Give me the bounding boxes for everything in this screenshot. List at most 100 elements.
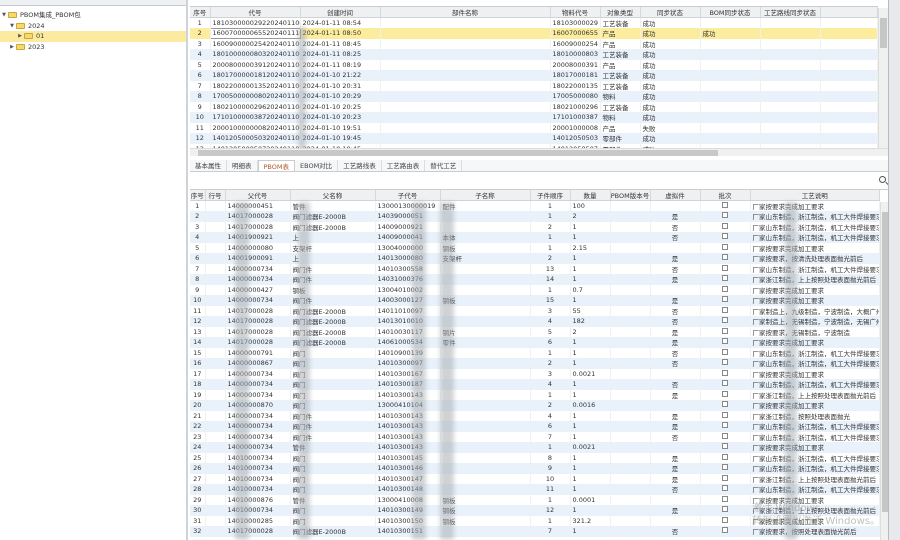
table-row[interactable]: 2714010000734阀门14010300147101是厂家浙江制造，上上按… (190, 473, 880, 484)
table-row[interactable]: 1414017000028阀门滤器E-2000B14061000534零件61是… (190, 337, 880, 348)
table-row[interactable]: 1714000000734阀门1401030016730.0021厂家按要求完成… (190, 368, 880, 379)
tree-node-2023[interactable]: ▶ 2023 (0, 42, 186, 53)
batch-checkbox[interactable] (722, 516, 728, 523)
table-row[interactable]: 2214000000734阀门件1401030014361是厂家山东制造，浙江制… (190, 421, 880, 432)
tree-node-01[interactable]: ▶ 01 (0, 31, 186, 42)
column-header[interactable]: 子代号 (375, 190, 441, 201)
table-row[interactable]: 2614010000734阀门1401030014691是厂家山东制造，浙江制造… (190, 463, 880, 474)
table-row[interactable]: 3 14017000028 阀门滤器E-2000B 14009000921 2 1 否厂家山… (190, 221, 880, 232)
batch-checkbox[interactable] (722, 401, 728, 408)
batch-checkbox[interactable] (722, 275, 728, 282)
column-header[interactable]: 代号 (210, 7, 301, 18)
table-row[interactable]: 11 14017000028 阀门滤器E-2000B 14011010097 3 55 否厂… (190, 305, 880, 316)
column-header[interactable]: 同步状态 (640, 7, 701, 18)
tab-6[interactable]: 替代工艺 (425, 160, 463, 171)
top-horizontal-scrollbar[interactable] (190, 148, 888, 156)
table-row[interactable]: 2414000000734管件1401030014310.0021厂家按要求完成… (190, 442, 880, 453)
batch-checkbox[interactable] (722, 254, 728, 261)
batch-checkbox[interactable] (722, 338, 728, 345)
table-row[interactable]: 12 14017000028 阀门滤器E-2000B 14013010010 4 182 否… (190, 316, 880, 327)
table-row[interactable]: 7 18022000001352024011001 2024-01-10 20:31… (190, 80, 878, 91)
batch-checkbox[interactable] (722, 306, 728, 313)
batch-checkbox[interactable] (722, 411, 728, 418)
table-row[interactable]: 914000000427钢板1300401000210.7厂家按要求完成加工要求 (190, 284, 880, 295)
expand-icon[interactable]: ▶ (8, 42, 16, 53)
column-header[interactable]: 父名称 (290, 190, 376, 201)
table-row[interactable]: 3 16009000002542024011001 2024-01-11 08:45… (190, 38, 878, 49)
column-header[interactable]: 工艺说明 (750, 190, 880, 201)
column-header[interactable]: 物料代号 (550, 7, 601, 18)
batch-checkbox[interactable] (722, 464, 728, 471)
table-row[interactable]: 2014000000870阀门1300041010420.0016厂家按要求完成… (190, 400, 880, 411)
batch-checkbox[interactable] (722, 485, 728, 492)
batch-checkbox[interactable] (722, 495, 728, 502)
table-row[interactable]: 414001900921上14009000041本体11否厂家山东制造，浙江制造… (190, 232, 880, 243)
batch-checkbox[interactable] (722, 243, 728, 250)
batch-checkbox[interactable] (722, 369, 728, 376)
table-row[interactable]: 714000000734阀门件14010300558131否厂家山东制造，浙江制… (190, 263, 880, 274)
table-row[interactable]: 1514000000791阀门1401090013911否厂家山东制造，浙江制造… (190, 347, 880, 358)
column-header[interactable]: 工艺路线同步状态 (760, 7, 821, 18)
tab-4[interactable]: 工艺路线表 (338, 160, 382, 171)
batch-checkbox[interactable] (722, 527, 728, 534)
tab-2[interactable]: PBOM表 (257, 160, 295, 171)
table-row[interactable]: 614001900091上14013000080支架杆21是厂家按要求，按清洗处… (190, 253, 880, 264)
batch-checkbox[interactable] (722, 264, 728, 271)
batch-checkbox[interactable] (722, 506, 728, 513)
tab-1[interactable]: 明细表 (227, 160, 258, 171)
table-row[interactable]: 5 20008000003912024011001 2024-01-11 08:19… (190, 59, 878, 70)
column-header[interactable]: 父代号 (225, 190, 291, 201)
table-row[interactable]: 1914000000734阀门1401030014311是厂家浙江制造，上上按照… (190, 389, 880, 400)
column-header[interactable]: 对象类型 (600, 7, 641, 18)
table-row[interactable]: 2 14017000028 阀门滤器E-2000B 14039000051 1 2 是厂家山… (190, 211, 880, 222)
column-header[interactable]: 批次 (700, 190, 751, 201)
tree-node-2024[interactable]: ▼ 2024 (0, 21, 186, 32)
column-header[interactable]: 部件名称 (380, 7, 551, 18)
batch-checkbox[interactable] (722, 202, 728, 208)
tab-3[interactable]: EBOM对比 (295, 160, 339, 171)
batch-checkbox[interactable] (722, 443, 728, 450)
table-row[interactable]: 114000000451管件13000130000019配件1100厂家按要求完… (190, 200, 880, 211)
table-row[interactable]: 9 18021000002962024011001 2024-01-10 20:25… (190, 101, 878, 112)
table-row[interactable]: 12 14012050005032024011002 2024-01-10 19:4… (190, 133, 878, 144)
table-cell[interactable]: 16007000006552024011101 (209, 27, 301, 39)
batch-checkbox[interactable] (722, 474, 728, 481)
column-header[interactable]: 创建时间 (300, 7, 381, 18)
table-row[interactable]: 814000000734阀门件14031000376141是厂家浙江制造，上上按… (190, 274, 880, 285)
column-header[interactable]: 虚拟件 (650, 190, 701, 201)
batch-checkbox[interactable] (722, 317, 728, 324)
expand-icon[interactable]: ▶ (16, 31, 24, 42)
table-row[interactable]: 1014000000734阀门件14003000127钢板151是厂家按要求完成… (190, 295, 880, 306)
table-row[interactable]: 6 18017000001812024011001 2024-01-10 21:22… (190, 70, 878, 81)
batch-checkbox[interactable] (722, 296, 728, 303)
table-row[interactable]: 8 17005000000802024011001 2024-01-10 20:29… (190, 91, 878, 102)
expand-icon[interactable]: ▼ (8, 21, 16, 32)
batch-checkbox[interactable] (722, 327, 728, 334)
tab-5[interactable]: 工艺路由表 (382, 160, 426, 171)
tree-node-root[interactable]: ▼ PBOM集成_PBOM包 (0, 10, 186, 21)
batch-checkbox[interactable] (722, 285, 728, 292)
column-header[interactable]: 序号 (190, 7, 211, 18)
table-row[interactable]: 1 18103000002922024011001 2024-01-11 08:54… (190, 17, 878, 28)
batch-checkbox[interactable] (722, 390, 728, 397)
batch-checkbox[interactable] (722, 222, 728, 229)
table-row[interactable]: 2 16007000006552024011101 2024-01-11 08:50… (190, 27, 878, 39)
column-header[interactable]: 序号 (190, 190, 206, 201)
search-icon[interactable] (879, 176, 886, 183)
expand-icon[interactable]: ▼ (0, 10, 8, 21)
table-row[interactable]: 514000000080支架杆13004000000钢板12.15厂家按要求完成… (190, 242, 880, 253)
batch-checkbox[interactable] (722, 380, 728, 387)
column-header[interactable]: 数量 (570, 190, 611, 201)
batch-checkbox[interactable] (722, 212, 728, 219)
column-header[interactable]: BOM同步状态 (700, 7, 761, 18)
batch-checkbox[interactable] (722, 422, 728, 429)
table-row[interactable]: 10 17101000003872024011001 2024-01-10 20:2… (190, 112, 878, 123)
batch-checkbox[interactable] (722, 432, 728, 439)
table-row[interactable]: 11 20001000000082024011001 2024-01-10 19:5… (190, 122, 878, 133)
column-header[interactable]: PBOM版本号 (610, 190, 651, 201)
table-row[interactable]: 4 18010000008032024011001 2024-01-11 08:25… (190, 49, 878, 60)
table-row[interactable]: 2314000000734阀门件1401030014371否厂家山东制造，浙江制… (190, 431, 880, 442)
column-header[interactable]: 子件顺序 (530, 190, 571, 201)
table-row[interactable]: 2114000000734阀门件1401030014341是厂家浙江制造，按照处… (190, 410, 880, 421)
table-row[interactable]: 1814000000734阀门1401030018741否厂家山东制造，浙江制造… (190, 379, 880, 390)
